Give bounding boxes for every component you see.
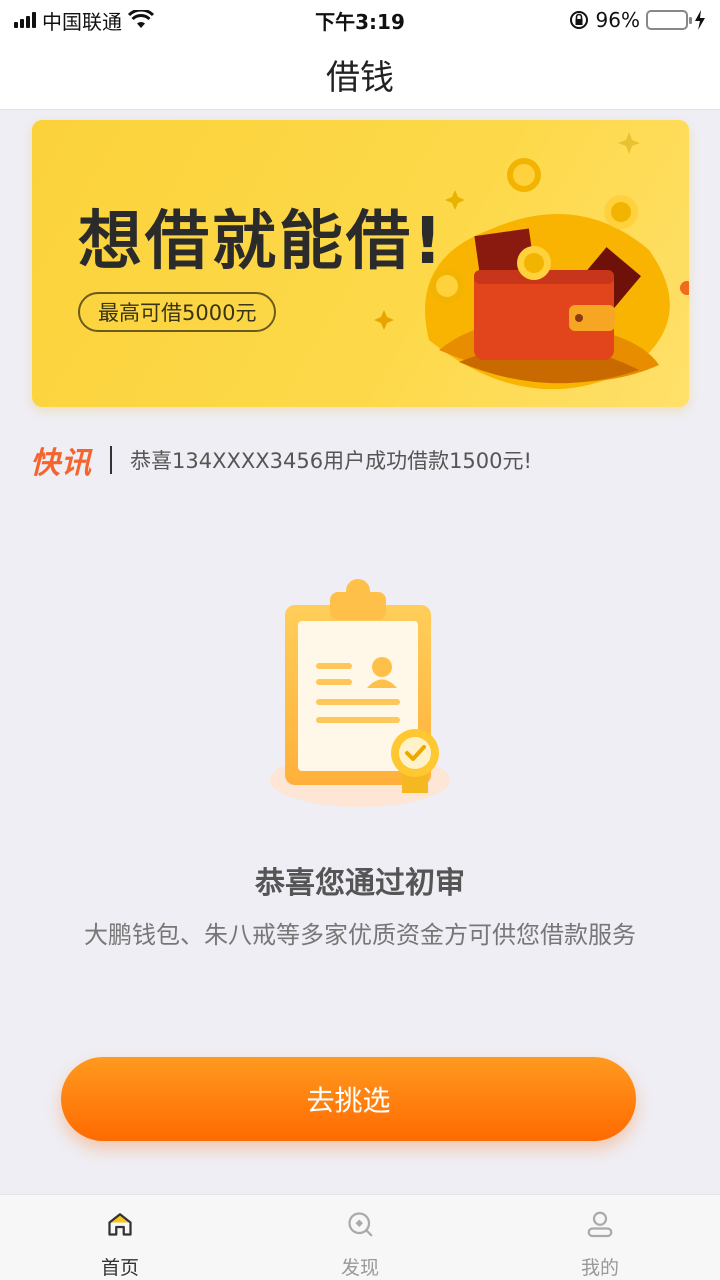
charging-icon	[695, 10, 705, 30]
home-icon	[108, 1213, 132, 1236]
banner-limit-pill: 最高可借5000元	[78, 292, 277, 332]
tab-profile-label: 我的	[580, 1257, 619, 1279]
tab-bar: 首页 发现 我的	[0, 1194, 720, 1280]
status-right: 96%	[568, 8, 706, 32]
wallet-illustration	[374, 132, 689, 390]
ticker-divider	[110, 446, 112, 474]
nav-bar: 借钱	[0, 40, 720, 110]
promo-banner[interactable]: 想借就能借! 最高可借5000元	[32, 120, 689, 407]
approval-clipboard-illustration	[270, 579, 450, 807]
result-title: 恭喜您通过初审	[255, 866, 465, 901]
news-ticker: 快讯 恭喜134XXXX3456用户成功借款1500元!	[30, 440, 690, 481]
battery-icon	[646, 10, 692, 30]
status-bar: 中国联通 下午3:19 96%	[0, 0, 720, 40]
wifi-icon	[128, 10, 154, 28]
tab-discover-label: 发现	[340, 1257, 379, 1279]
status-left: 中国联通	[14, 6, 154, 35]
battery-percent: 96%	[595, 8, 640, 32]
ticker-message: 恭喜134XXXX3456用户成功借款1500元!	[130, 449, 532, 473]
orientation-lock-icon	[569, 11, 588, 29]
carrier-name: 中国联通	[42, 9, 122, 34]
result-subtitle: 大鹏钱包、朱八戒等多家优质资金方可供您借款服务	[84, 921, 636, 949]
ticker-logo: 快讯	[30, 446, 92, 481]
page-title: 借钱	[326, 58, 394, 98]
discover-icon	[348, 1212, 373, 1237]
tab-home-label: 首页	[100, 1257, 139, 1279]
tab-home[interactable]: 首页	[0, 1195, 240, 1280]
profile-icon	[587, 1211, 613, 1238]
tab-profile[interactable]: 我的	[480, 1195, 720, 1280]
signal-icon	[14, 12, 36, 28]
select-lender-button[interactable]: 去挑选	[61, 1057, 636, 1141]
tab-discover[interactable]: 发现	[240, 1195, 480, 1280]
